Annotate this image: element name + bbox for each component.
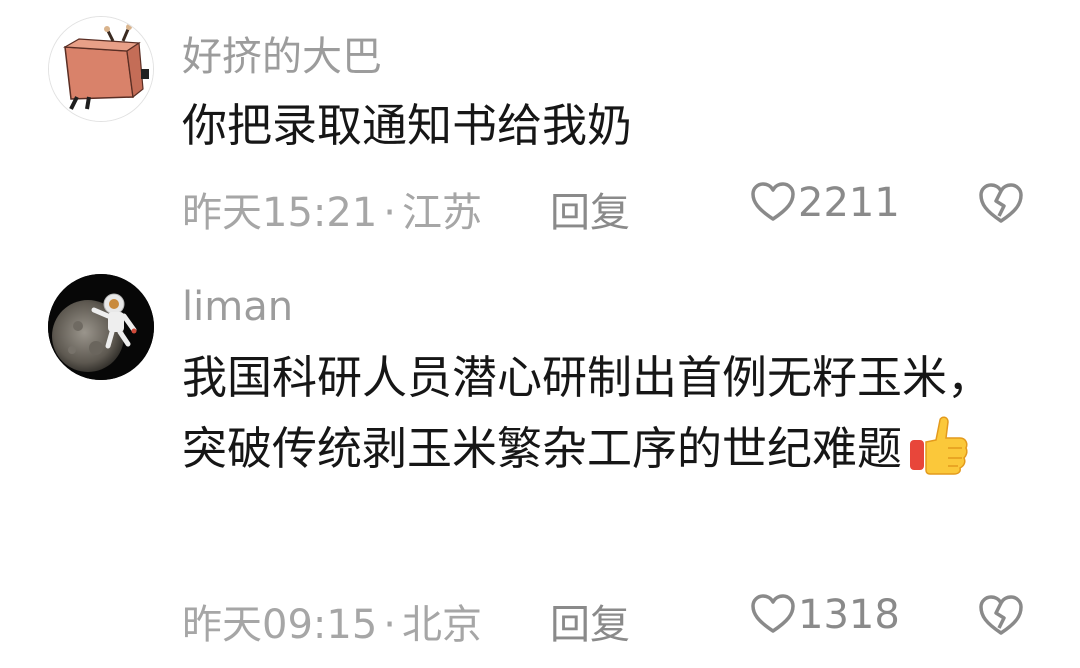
thumbs-up-icon — [906, 412, 970, 495]
username[interactable]: 好挤的大巴 — [182, 24, 382, 82]
comment-item: 好挤的大巴 你把录取通知书给我奶 昨天15:21 · 江苏 回复 2211 — [0, 0, 1080, 260]
broken-heart-icon — [979, 595, 1023, 635]
comment-text: 我国科研人员潜心研制出首例无籽玉米，突破传统剥玉米繁杂工序的世纪难题 — [182, 344, 1022, 495]
comment-text: 你把录取通知书给我奶 — [182, 92, 1022, 160]
separator: · — [383, 190, 396, 236]
comment-text-content: 你把录取通知书给我奶 — [182, 99, 633, 152]
username[interactable]: liman — [182, 284, 293, 330]
like-count: 1318 — [798, 592, 900, 638]
heart-outline-icon — [751, 182, 795, 221]
location: 江苏 — [402, 190, 482, 236]
reply-button[interactable]: 回复 — [550, 180, 630, 238]
like-button[interactable]: 2211 — [750, 180, 900, 226]
broken-heart-icon — [979, 183, 1023, 223]
cartoon-figure-in-box-icon — [49, 17, 153, 121]
astronaut-on-moon-icon — [48, 274, 154, 380]
comment-item: liman 我国科研人员潜心研制出首例无籽玉米，突破传统剥玉米繁杂工序的世纪难题… — [0, 260, 1080, 668]
location: 北京 — [402, 602, 482, 648]
heart-outline-icon — [751, 594, 795, 633]
comment-meta: 昨天09:15 · 北京 回复 1318 — [182, 592, 1024, 648]
dislike-button[interactable] — [978, 594, 1024, 646]
like-count: 2211 — [798, 180, 900, 226]
comment-text-content: 我国科研人员潜心研制出首例无籽玉米，突破传统剥玉米繁杂工序的世纪难题 — [182, 351, 993, 475]
reply-button[interactable]: 回复 — [550, 592, 630, 650]
comment-meta: 昨天15:21 · 江苏 回复 2211 — [182, 180, 1024, 236]
separator: · — [383, 602, 396, 648]
avatar[interactable] — [48, 16, 154, 122]
avatar[interactable] — [48, 274, 154, 380]
time-location: 昨天15:21 · 江苏 — [182, 180, 482, 238]
like-button[interactable]: 1318 — [750, 592, 900, 638]
timestamp: 昨天09:15 — [182, 602, 378, 648]
dislike-button[interactable] — [978, 182, 1024, 234]
timestamp: 昨天15:21 — [182, 190, 378, 236]
time-location: 昨天09:15 · 北京 — [182, 592, 482, 650]
